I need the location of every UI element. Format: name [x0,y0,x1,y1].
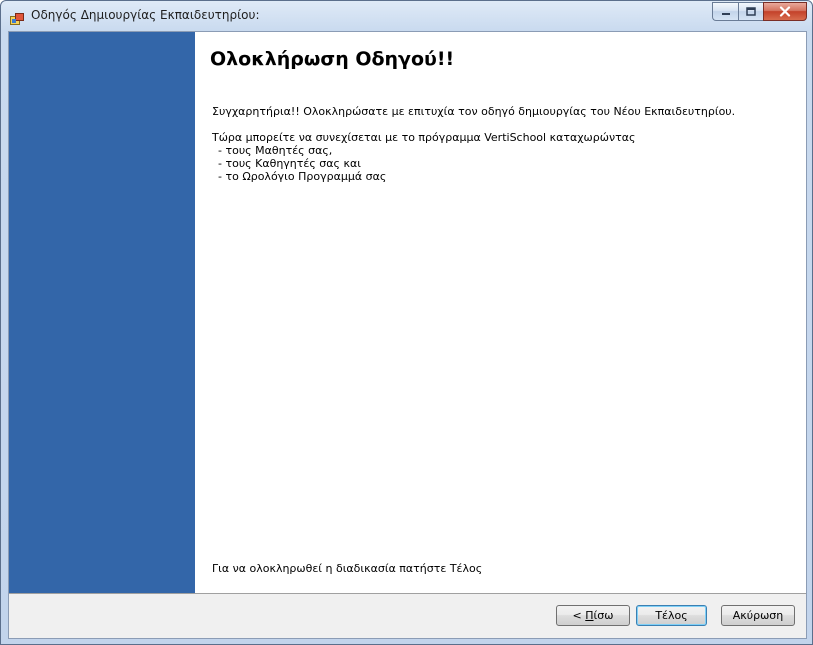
button-bar: < Πίσω Τέλος Ακύρωση [9,594,806,638]
congrats-message: Συγχαρητήρια!! Ολοκληρώσατε με επιτυχία … [212,105,736,118]
app-window-icon[interactable] [10,10,24,25]
close-icon [779,6,791,17]
back-button-label: ίσω [593,609,614,622]
finish-instruction: Για να ολοκληρωθεί η διαδικασία πατήστε … [212,562,483,575]
list-item-teachers: - τους Καθηγητές σας και [218,157,361,170]
back-button-mnemonic: Π [585,609,594,622]
continue-message: Τώρα μπορείτε να συνεχίσεται με το πρόγρ… [212,131,636,144]
page-title: Ολοκλήρωση Οδηγού!! [210,48,455,70]
list-item-students: - τους Μαθητές σας, [218,144,333,157]
title-bar[interactable]: Οδηγός Δημιουργίας Εκπαιδευτηρίου: [1,1,812,31]
minimize-icon [721,12,730,15]
back-button-prefix: < [572,609,586,622]
cancel-button[interactable]: Ακύρωση [721,605,795,626]
close-button[interactable] [763,2,807,21]
maximize-icon [746,7,756,16]
wizard-side-panel [9,32,195,593]
finish-button[interactable]: Τέλος [636,605,707,626]
wizard-window: Οδηγός Δημιουργίας Εκπαιδευτηρίου: Ολοκλ… [0,0,813,645]
wizard-content-panel: Ολοκλήρωση Οδηγού!! Συγχαρητήρια!! Ολοκλ… [195,32,806,593]
wizard-client-area: Ολοκλήρωση Οδηγού!! Συγχαρητήρια!! Ολοκλ… [8,31,807,639]
window-title: Οδηγός Δημιουργίας Εκπαιδευτηρίου: [31,8,260,22]
back-button[interactable]: < Πίσω [556,605,630,626]
caption-buttons [712,2,807,21]
maximize-button[interactable] [738,2,763,21]
minimize-button[interactable] [712,2,738,21]
list-item-timetable: - το Ωρολόγιο Προγραμμά σας [218,170,387,183]
